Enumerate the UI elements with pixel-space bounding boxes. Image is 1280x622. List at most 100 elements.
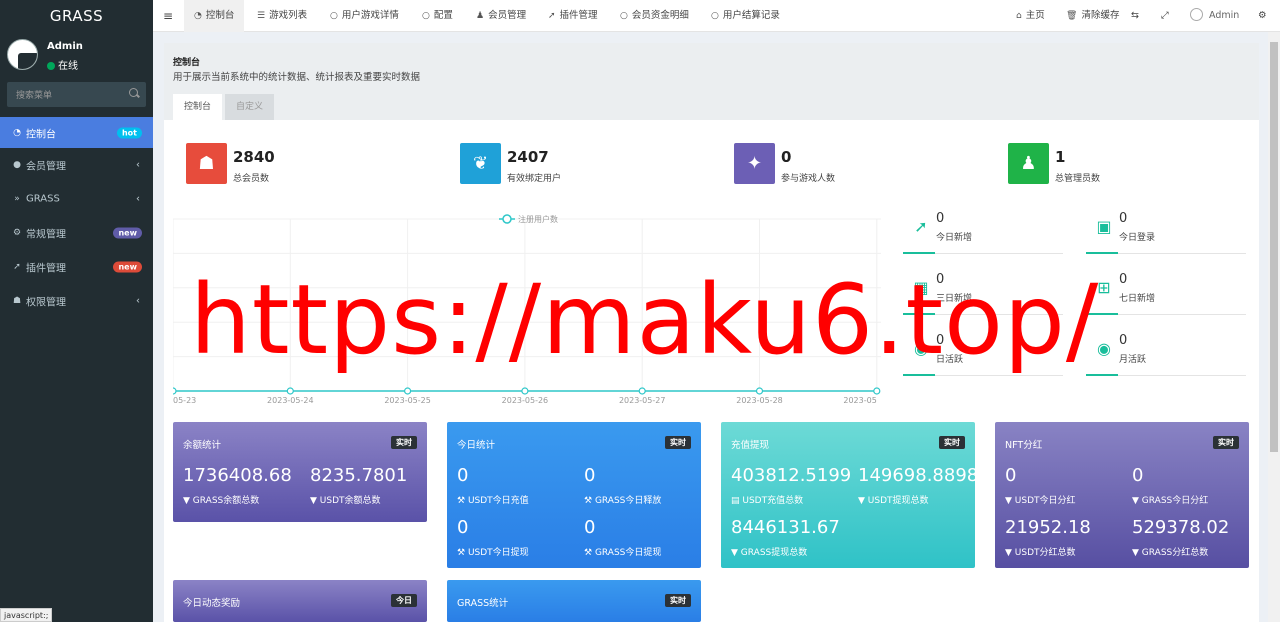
card-recharge-withdraw: 充值提现 实时 403812.5199 ▤ USDT充值总数 149698.88… xyxy=(721,422,978,568)
tab-label: 会员管理 xyxy=(488,10,527,21)
x-tick-label: 2023-05 xyxy=(843,396,876,405)
home-label: 主页 xyxy=(1025,10,1045,21)
card-value: 403812.5199 xyxy=(731,465,852,486)
card-label: ▼ USDT提现总数 xyxy=(858,496,929,506)
magic-wand-icon: ✦ xyxy=(734,143,775,184)
card-title: NFT分红 xyxy=(1005,440,1043,451)
dashboard-icon: ◔ xyxy=(194,11,202,21)
tab-label: 控制台 xyxy=(205,10,235,21)
sidebar-item-grass[interactable]: » GRASS ‹ xyxy=(0,182,153,216)
scrollbar-thumb[interactable] xyxy=(1270,42,1278,452)
card-value: 0 xyxy=(1005,465,1017,486)
stat-label: 总管理员数 xyxy=(1055,174,1101,184)
sidebar-item-plugins[interactable]: ➚ 插件管理 new xyxy=(0,250,153,284)
card-title: 充值提现 xyxy=(731,440,770,451)
new-badge: new xyxy=(113,227,142,239)
user-icon: ♟ xyxy=(476,11,485,21)
card-value: 1736408.68 xyxy=(183,465,292,486)
card-label: ⚒ USDT今日提现 xyxy=(457,548,529,558)
rocket-icon: ➚ xyxy=(13,262,21,272)
online-dot-icon xyxy=(47,62,55,70)
x-tick-label: 2023-05-24 xyxy=(267,396,314,405)
card-tag: 实时 xyxy=(1213,436,1239,449)
card-label-text: USDT提现总数 xyxy=(867,496,929,506)
data-point xyxy=(521,387,529,395)
tab-members[interactable]: ♟ 会员管理 xyxy=(476,0,526,32)
card-title: 今日统计 xyxy=(457,440,496,451)
card-balance: 余额统计 实时 1736408.68 ▼ GRASS余额总数 8235.7801… xyxy=(173,422,427,522)
app-logo[interactable]: GRASS xyxy=(0,0,153,32)
card-label: ▼ GRASS今日分红 xyxy=(1132,496,1209,506)
card-value: 8446131.67 xyxy=(731,517,840,538)
sidebar-item-label: 会员管理 xyxy=(26,161,66,173)
sidebar-item-dashboard[interactable]: ◔ 控制台 hot xyxy=(0,117,153,148)
settings-icon[interactable]: ⚙ xyxy=(1258,0,1267,32)
trash-icon: 🗑 xyxy=(1066,11,1078,21)
card-label: ▼ USDT余额总数 xyxy=(310,496,381,506)
tab-dashboard[interactable]: ◔ 控制台 xyxy=(184,0,245,32)
card-today: 今日统计 实时 0 ⚒ USDT今日充值 0 ⚒ GRASS今日释放 0 ⚒ U… xyxy=(447,422,701,568)
card-label-text: USDT今日提现 xyxy=(467,548,529,558)
card-label: ▼ USDT分红总数 xyxy=(1005,548,1076,558)
hot-badge: hot xyxy=(116,127,142,138)
clear-cache-label: 清除缓存 xyxy=(1081,10,1120,21)
accent-bar xyxy=(1086,252,1118,254)
mini-stat-value: 0 xyxy=(1119,211,1128,226)
page-scrollbar[interactable] xyxy=(1268,32,1280,622)
tab-console[interactable]: 控制台 xyxy=(173,94,223,120)
chevron-left-icon: ‹ xyxy=(136,193,140,205)
tab-user-game-details[interactable]: ○ 用户游戏详情 xyxy=(330,0,399,32)
data-point xyxy=(638,387,646,395)
tab-settlement-records[interactable]: ○ 用户结算记录 xyxy=(711,0,780,32)
menu-toggle-icon[interactable]: ≡ xyxy=(163,0,173,32)
card-value: 0 xyxy=(1132,465,1144,486)
card-value: 0 xyxy=(584,517,596,538)
mini-stat-1: ▣ 0 今日登录 xyxy=(1086,211,1246,254)
card-label: ▼ GRASS提现总数 xyxy=(731,548,808,558)
fullscreen-icon[interactable]: ⤢ xyxy=(1161,0,1169,32)
circle-icon: ○ xyxy=(422,11,430,21)
card-label-text: GRASS今日提现 xyxy=(594,548,662,558)
tab-plugins[interactable]: ➚ 插件管理 xyxy=(548,0,598,32)
id-card-icon: ▣ xyxy=(1096,217,1112,236)
search-icon[interactable] xyxy=(129,88,138,97)
tab-config[interactable]: ○ 配置 xyxy=(422,0,453,32)
accent-bar xyxy=(903,252,935,254)
user-name: Admin xyxy=(47,41,83,52)
sidebar-item-members[interactable]: ● 会员管理 ‹ xyxy=(0,148,153,182)
data-point xyxy=(173,387,177,395)
legend-label: 注册用户数 xyxy=(518,214,558,224)
stat-value: 1 xyxy=(1055,148,1066,166)
rocket-icon: ➚ xyxy=(914,217,928,236)
card-label-text: USDT今日分红 xyxy=(1014,496,1076,506)
card-label-text: USDT充值总数 xyxy=(742,496,804,506)
tab-label: 用户游戏详情 xyxy=(341,10,399,21)
tab-game-list[interactable]: ☰ 游戏列表 xyxy=(257,0,307,32)
admin-menu[interactable]: Admin xyxy=(1190,0,1239,32)
mini-stat-value: 0 xyxy=(1119,272,1128,287)
circle-icon: ○ xyxy=(711,11,719,21)
tab-member-funds[interactable]: ○ 会员资金明细 xyxy=(620,0,689,32)
clear-cache-button[interactable]: 🗑 清除缓存 xyxy=(1066,0,1119,32)
sidebar: GRASS Admin 在线 搜索菜单 ◔ 控制台 hot ● 会员管理 ‹ »… xyxy=(0,0,153,622)
x-tick-label: 2023-05-27 xyxy=(619,396,666,405)
tab-custom[interactable]: 自定义 xyxy=(225,94,275,120)
card-label: ▤ USDT充值总数 xyxy=(731,496,804,506)
mini-stat-label: 今日新增 xyxy=(936,233,973,243)
user-status: 在线 xyxy=(47,57,78,72)
sidebar-item-general[interactable]: ⚙ 常规管理 new xyxy=(0,216,153,250)
user-circle-icon: ● xyxy=(13,160,21,170)
home-link[interactable]: ⌂ 主页 xyxy=(1016,0,1045,32)
translate-icon[interactable]: ⇆ xyxy=(1131,0,1139,32)
card-label-text: GRASS今日分红 xyxy=(1141,496,1209,506)
group-icon: ☗ xyxy=(12,296,22,306)
sidebar-item-permissions[interactable]: ☗ 权限管理 ‹ xyxy=(0,284,153,318)
mini-stat-value: 0 xyxy=(936,211,945,226)
page-title: 控制台 xyxy=(173,58,201,68)
legend-marker xyxy=(502,214,512,224)
menu-search-input[interactable]: 搜索菜单 xyxy=(7,82,146,107)
watermark-text: https://maku6.top/ xyxy=(190,264,1100,376)
sidebar-item-label: 常规管理 xyxy=(26,229,66,241)
search-placeholder: 搜索菜单 xyxy=(16,91,53,101)
card-label: ▼ GRASS余额总数 xyxy=(183,496,260,506)
